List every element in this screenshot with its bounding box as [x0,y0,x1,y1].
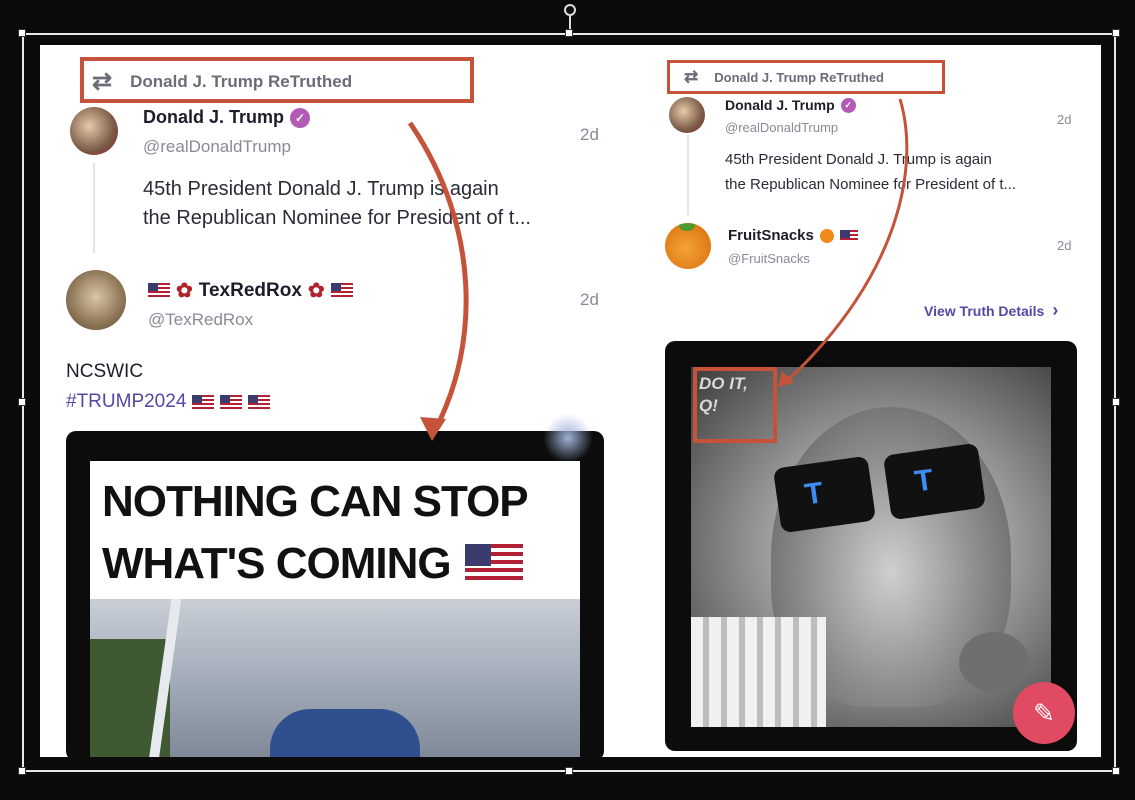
resize-handle-bottom[interactable] [565,767,573,775]
resize-handle-bottom-left[interactable] [18,767,26,775]
arrow-right-head [778,371,794,387]
resize-handle-right[interactable] [1112,398,1120,406]
resize-handle-top[interactable] [565,29,573,37]
resize-handle-bottom-right[interactable] [1112,767,1120,775]
arrow-left [407,121,469,432]
rotate-handle[interactable] [564,4,576,16]
arrow-left-head [420,417,446,441]
resize-handle-top-right[interactable] [1112,29,1120,37]
slide-canvas: ⇄ Donald J. Trump ReTruthed Donald J. Tr… [40,45,1101,757]
arrow-right [786,98,909,382]
annotation-arrows [407,98,909,441]
resize-handle-top-left[interactable] [18,29,26,37]
resize-handle-left[interactable] [18,398,26,406]
